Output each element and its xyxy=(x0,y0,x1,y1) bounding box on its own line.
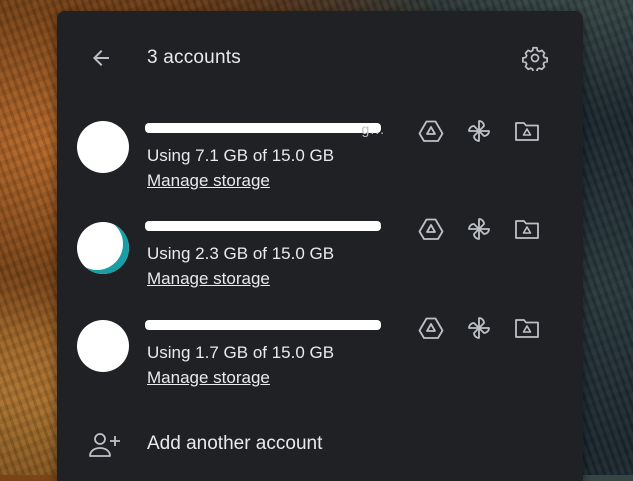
avatar[interactable] xyxy=(77,320,129,372)
panel-header: 3 accounts xyxy=(57,11,583,103)
storage-usage: Using 7.1 GB of 15.0 GB xyxy=(147,146,335,165)
drive-icon xyxy=(418,218,444,240)
folder-button[interactable] xyxy=(513,314,541,342)
drive-button[interactable] xyxy=(417,117,445,145)
account-row: g... Using 7.1 GB of 15.0 GB Manage stor… xyxy=(57,120,583,216)
account-row: Using 1.7 GB of 15.0 GB Manage storage xyxy=(57,317,583,413)
drive-icon xyxy=(418,317,444,339)
gear-icon xyxy=(522,46,548,71)
manage-storage-link[interactable]: Manage storage xyxy=(147,269,270,289)
settings-button[interactable] xyxy=(521,44,549,72)
manage-storage-link[interactable]: Manage storage xyxy=(147,368,270,388)
folder-icon xyxy=(515,220,539,239)
account-row: Using 2.3 GB of 15.0 GB Manage storage xyxy=(57,218,583,314)
account-email xyxy=(145,219,381,233)
photos-icon xyxy=(468,218,490,240)
photos-button[interactable] xyxy=(465,215,493,243)
back-button[interactable] xyxy=(87,44,115,72)
folder-icon xyxy=(515,122,539,141)
photos-button[interactable] xyxy=(465,314,493,342)
redaction-mark xyxy=(145,123,381,133)
account-email: g... xyxy=(145,121,384,137)
folder-button[interactable] xyxy=(513,215,541,243)
redaction-mark xyxy=(145,221,381,231)
folder-button[interactable] xyxy=(513,117,541,145)
person-add-icon xyxy=(88,431,122,459)
avatar[interactable] xyxy=(77,121,129,173)
photos-icon xyxy=(468,120,490,142)
photos-icon xyxy=(468,317,490,339)
drive-icon xyxy=(418,120,444,142)
avatar[interactable] xyxy=(77,222,129,274)
redaction-mark xyxy=(145,320,381,330)
account-email xyxy=(145,318,381,332)
add-account-label: Add another account xyxy=(147,433,323,454)
email-fragment: g... xyxy=(361,121,385,137)
photos-button[interactable] xyxy=(465,117,493,145)
storage-usage: Using 1.7 GB of 15.0 GB xyxy=(147,343,335,362)
accounts-panel: 3 accounts g... Using 7.1 GB of 15.0 GB … xyxy=(57,11,583,481)
arrow-left-icon xyxy=(93,50,109,66)
folder-icon xyxy=(515,319,539,338)
drive-button[interactable] xyxy=(417,215,445,243)
add-account-button[interactable]: Add another account xyxy=(57,421,583,469)
storage-usage: Using 2.3 GB of 15.0 GB xyxy=(147,244,335,263)
page-title: 3 accounts xyxy=(147,47,241,68)
manage-storage-link[interactable]: Manage storage xyxy=(147,171,270,191)
drive-button[interactable] xyxy=(417,314,445,342)
